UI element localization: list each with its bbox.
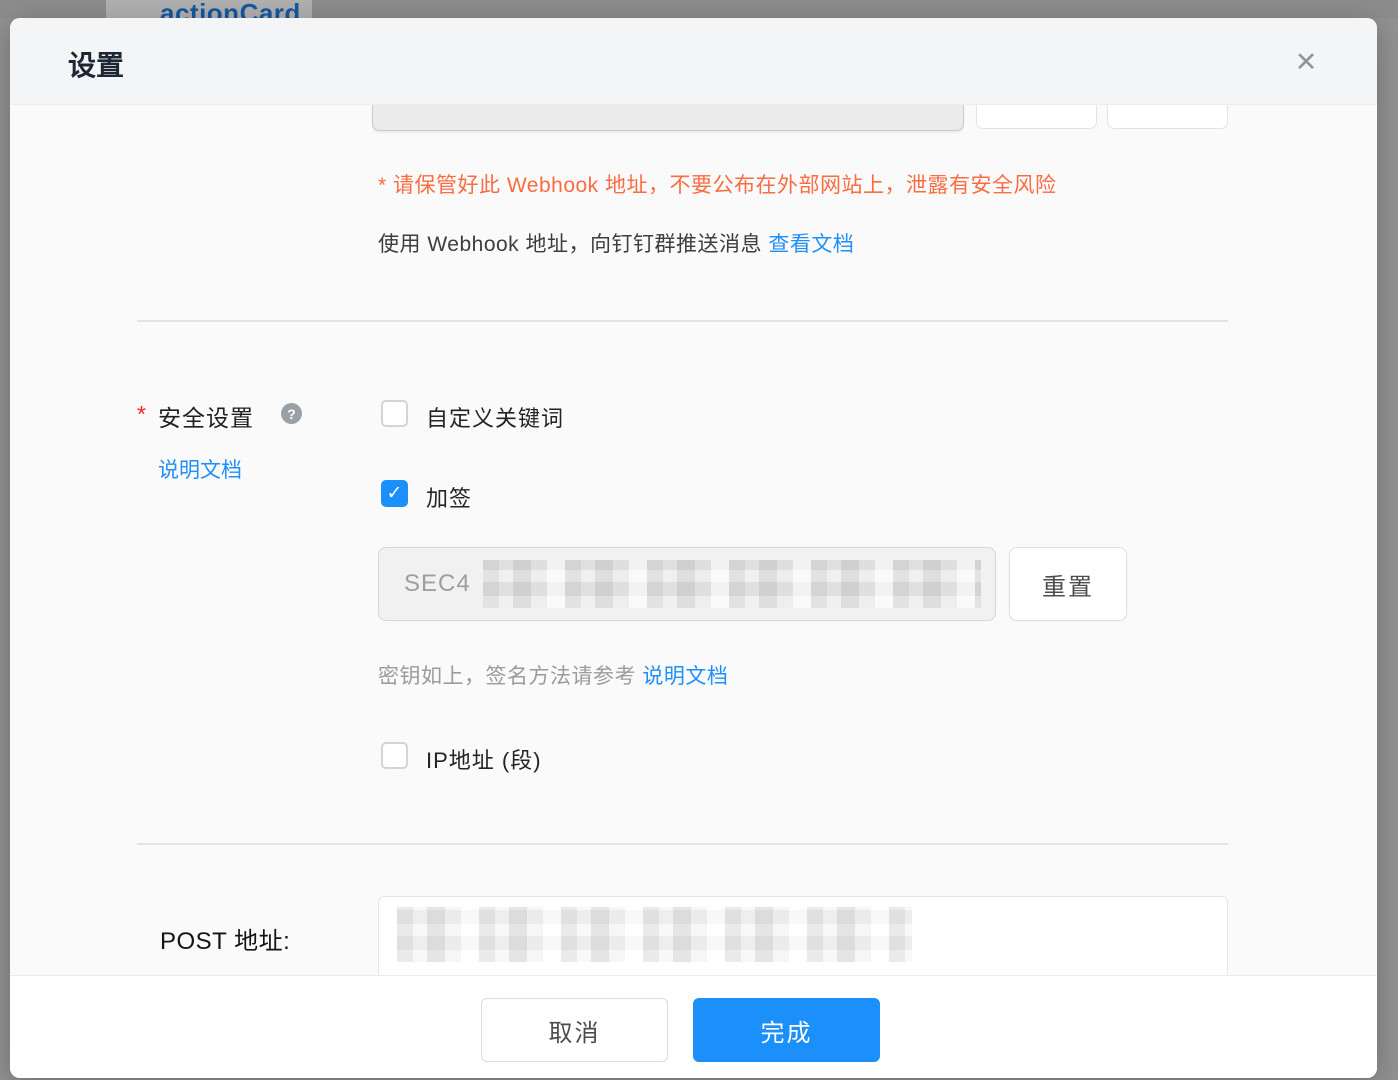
security-docs-link[interactable]: 说明文档 (158, 454, 242, 484)
confirm-button[interactable]: 完成 (693, 998, 880, 1062)
dialog-header: 设置 ✕ (10, 18, 1377, 105)
background-item-label: actionCard (160, 0, 301, 18)
key-note-text: 密钥如上，签名方法请参考 (378, 665, 636, 688)
required-asterisk: * (137, 401, 146, 428)
confirm-button-label: 完成 (761, 1013, 813, 1048)
checkbox-signature[interactable]: ✓ (381, 480, 408, 507)
webhook-action-button-2[interactable] (1107, 105, 1228, 129)
section-divider-top (137, 320, 1228, 322)
signature-label: 加签 (426, 481, 472, 513)
security-settings-label: 安全设置 (158, 399, 254, 433)
signature-secret-input[interactable]: SEC4 (378, 547, 996, 621)
settings-dialog: 设置 ✕ * 请保管好此 Webhook 地址，不要公布在外部网站上，泄露有安全… (10, 18, 1377, 1078)
cancel-button-label: 取消 (549, 1013, 601, 1048)
post-address-input[interactable] (378, 896, 1228, 976)
dialog-title: 设置 (68, 44, 124, 84)
background-list-item: actionCard (106, 0, 312, 18)
redacted-post-address (397, 907, 912, 962)
ip-address-label: IP地址 (段) (426, 743, 542, 775)
webhook-action-button-1[interactable] (976, 105, 1097, 129)
reset-button[interactable]: 重置 (1009, 547, 1127, 621)
webhook-warning-text: * 请保管好此 Webhook 地址，不要公布在外部网站上，泄露有安全风险 (378, 169, 1057, 199)
background-page-strip: actionCard (0, 0, 1398, 18)
check-icon: ✓ (383, 482, 406, 506)
close-icon: ✕ (1295, 49, 1318, 76)
close-button[interactable]: ✕ (1282, 38, 1330, 86)
post-address-label: POST 地址: (160, 921, 290, 956)
view-docs-link[interactable]: 查看文档 (768, 233, 854, 256)
secret-prefix-text: SEC4 (404, 570, 471, 598)
custom-keywords-label: 自定义关键词 (426, 401, 564, 433)
reset-button-label: 重置 (1042, 567, 1094, 602)
signature-docs-link[interactable]: 说明文档 (642, 665, 728, 688)
secret-key-note: 密钥如上，签名方法请参考 说明文档 (378, 660, 728, 690)
dialog-footer: 取消 完成 (10, 975, 1377, 1078)
webhook-url-input[interactable] (372, 105, 964, 131)
help-question-icon[interactable]: ? (281, 403, 302, 424)
checkbox-custom-keywords[interactable]: ✓ (381, 400, 408, 427)
checkbox-ip-address[interactable]: ✓ (381, 742, 408, 769)
section-divider-bottom (137, 843, 1228, 845)
usage-text: 使用 Webhook 地址，向钉钉群推送消息 (378, 233, 762, 256)
redacted-secret-value (483, 560, 981, 608)
cancel-button[interactable]: 取消 (481, 998, 668, 1062)
webhook-usage-text: 使用 Webhook 地址，向钉钉群推送消息 查看文档 (378, 228, 854, 258)
